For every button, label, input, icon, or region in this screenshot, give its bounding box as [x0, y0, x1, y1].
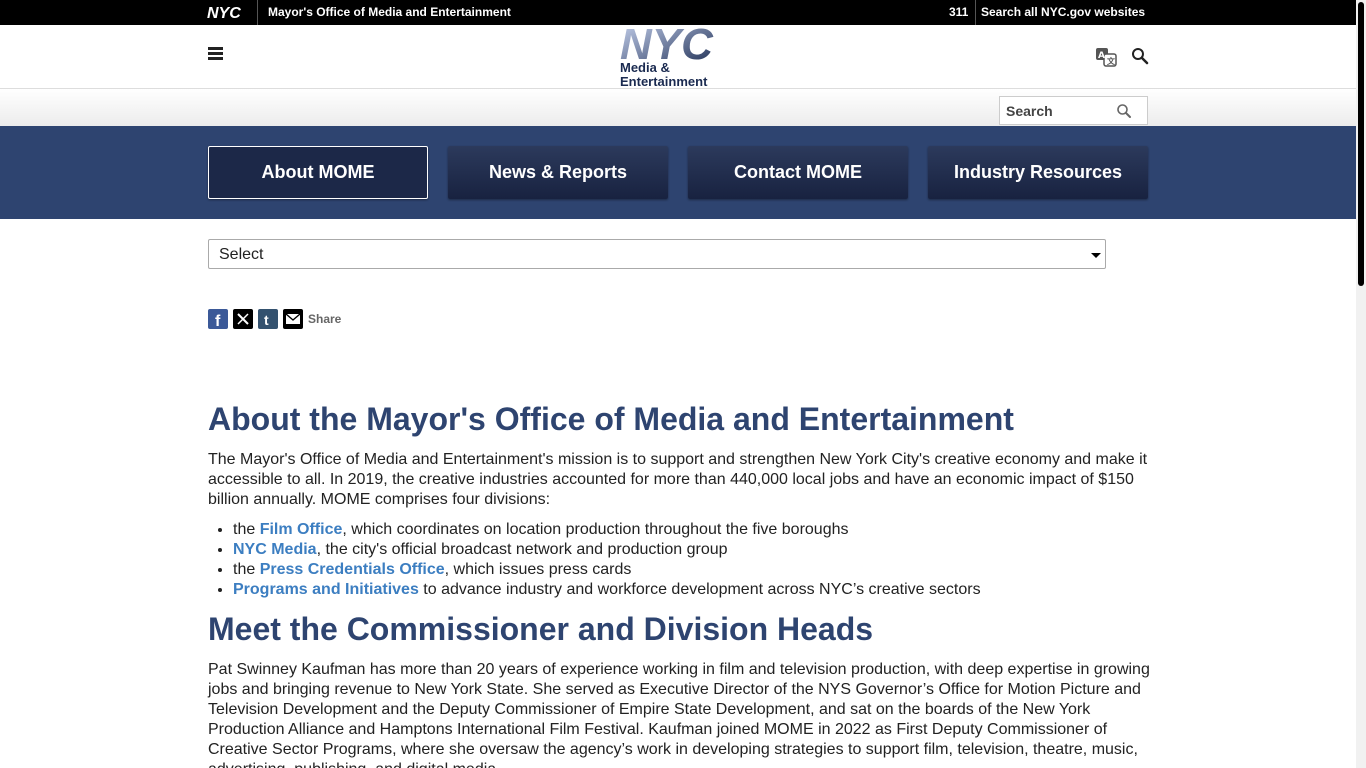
nav-about-mome[interactable]: About MOME — [208, 146, 428, 199]
list-item-prefix: the — [233, 561, 260, 578]
main-content: About the Mayor's Office of Media and En… — [208, 400, 1153, 768]
x-icon[interactable] — [233, 309, 253, 329]
search-input[interactable] — [1006, 103, 1111, 119]
divider — [975, 0, 976, 25]
agency-link[interactable]: Mayor's Office of Media and Entertainmen… — [268, 5, 511, 19]
list-item: the Film Office, which coordinates on lo… — [233, 520, 1153, 540]
site-search — [999, 96, 1148, 125]
svg-text:f: f — [215, 313, 221, 329]
svg-text:NYC: NYC — [207, 5, 241, 21]
translate-icon[interactable]: A 文 — [1095, 46, 1117, 68]
nav-news-reports[interactable]: News & Reports — [448, 146, 668, 199]
svg-text:t: t — [264, 312, 269, 328]
chevron-down-icon — [1091, 253, 1101, 258]
section-select[interactable]: Select — [208, 239, 1106, 269]
facebook-icon[interactable]: f — [208, 309, 228, 329]
nav-contact-mome[interactable]: Contact MOME — [688, 146, 908, 199]
list-item: the Press Credentials Office, which issu… — [233, 560, 1153, 580]
mission-paragraph: The Mayor's Office of Media and Entertai… — [208, 451, 1148, 508]
nyc-logo[interactable]: NYC — [207, 4, 247, 21]
nav-industry-resources[interactable]: Industry Resources — [928, 146, 1148, 199]
section-heading: Meet the Commissioner and Division Heads — [208, 611, 874, 647]
list-item-text: , which coordinates on location producti… — [342, 521, 849, 538]
search-all-link[interactable]: Search all NYC.gov websites — [981, 5, 1145, 19]
search-submit-icon[interactable] — [1116, 103, 1132, 119]
link-311[interactable]: 311 — [949, 5, 968, 19]
nyc-media-link[interactable]: NYC Media — [233, 541, 317, 558]
list-item-prefix: the — [233, 521, 260, 538]
svg-text:A: A — [1098, 51, 1105, 61]
programs-initiatives-link[interactable]: Programs and Initiatives — [233, 581, 419, 598]
commissioner-bio: Pat Swinney Kaufman has more than 20 yea… — [208, 661, 1150, 768]
share-label[interactable]: Share — [308, 312, 341, 326]
select-value: Select — [219, 246, 264, 263]
brand-subtitle-line: Entertainment — [620, 74, 708, 89]
mome-logo[interactable]: NYC Media & Entertainment — [620, 20, 740, 91]
search-strip — [0, 89, 1356, 126]
press-credentials-link[interactable]: Press Credentials Office — [260, 561, 445, 578]
scrollbar-thumb[interactable] — [1358, 2, 1364, 286]
divider — [257, 0, 258, 25]
page-title: About the Mayor's Office of Media and En… — [208, 401, 1014, 437]
svg-text:NYC: NYC — [620, 21, 714, 63]
brand-subtitle: Media & Entertainment — [620, 61, 707, 89]
scrollbar[interactable] — [1356, 0, 1366, 768]
list-item: NYC Media, the city's official broadcast… — [233, 540, 1153, 560]
nyc-brand-mark: NYC — [620, 20, 714, 69]
divisions-list: the Film Office, which coordinates on lo… — [208, 520, 1153, 600]
email-icon[interactable] — [283, 309, 303, 329]
list-item-text: to advance industry and workforce develo… — [418, 581, 981, 598]
svg-text:文: 文 — [1107, 56, 1116, 66]
site-header: NYC Media & Entertainment A 文 — [0, 20, 1356, 89]
search-icon[interactable] — [1131, 47, 1149, 65]
film-office-link[interactable]: Film Office — [260, 521, 343, 538]
tumblr-icon[interactable]: t — [258, 309, 278, 329]
main-nav: About MOME News & Reports Contact MOME I… — [0, 126, 1356, 219]
brand-subtitle-line: Media & — [620, 60, 670, 75]
list-item: Programs and Initiatives to advance indu… — [233, 580, 1153, 600]
hamburger-icon[interactable] — [208, 47, 223, 61]
list-item-text: , the city's official broadcast network … — [316, 541, 728, 558]
list-item-text: , which issues press cards — [444, 561, 632, 578]
